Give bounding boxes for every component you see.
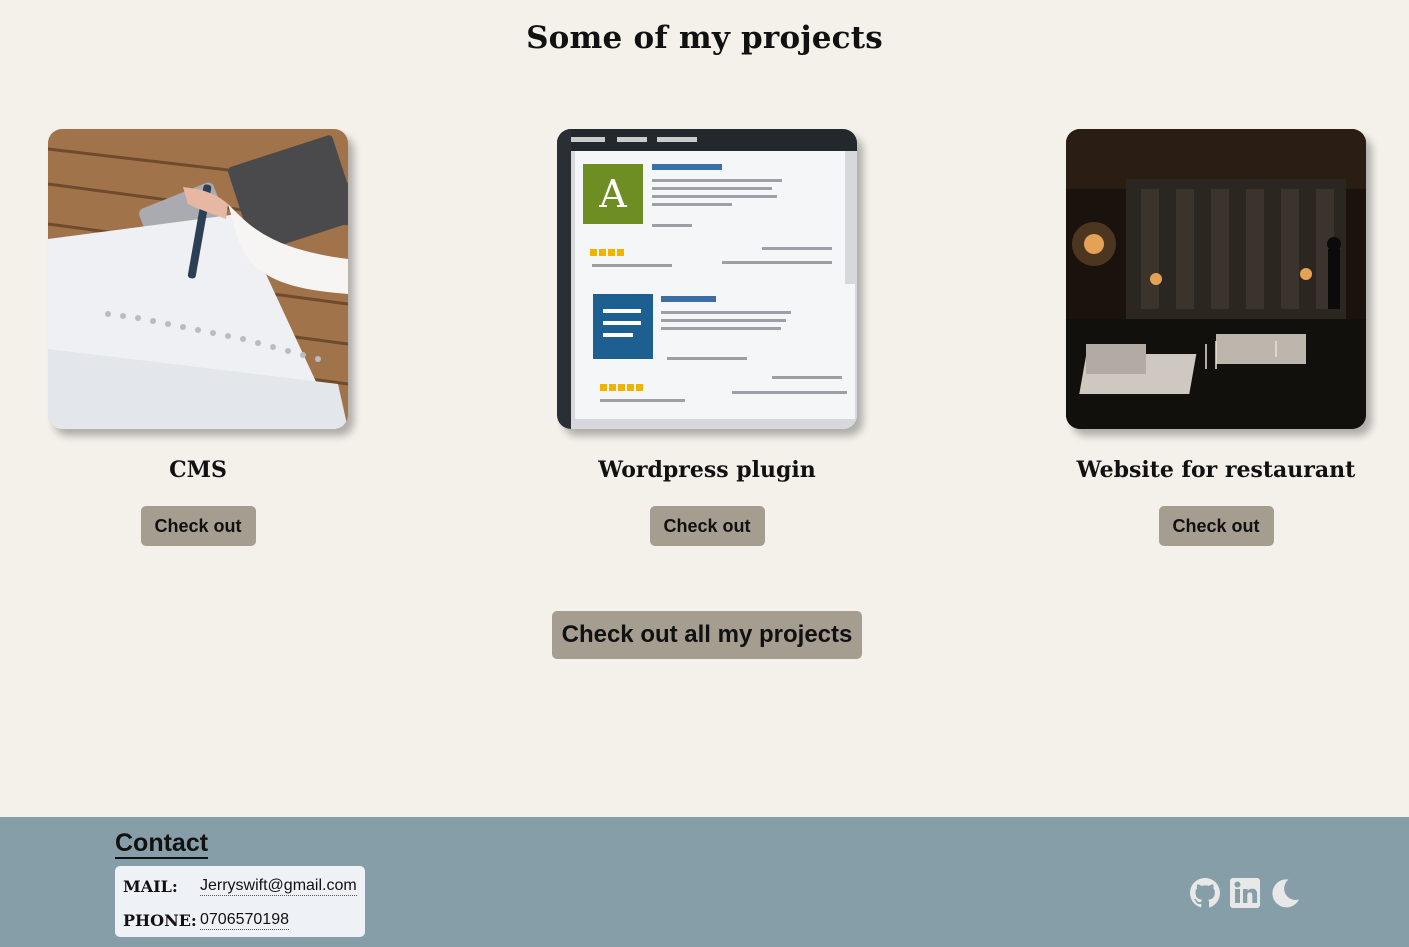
mail-label: MAIL: [123,876,178,896]
section-title: Some of my projects [526,20,883,56]
project-card-wordpress-plugin: A Wordpress plugin Check out [557,129,857,546]
page: Some of my projects CMS Check out A Word… [0,0,1409,947]
contact-box: MAIL: Jerryswift@gmail.com PHONE: 070657… [115,866,365,937]
project-image-wordpress-plugin[interactable]: A [557,129,857,429]
mail-link[interactable]: Jerryswift@gmail.com [200,877,357,896]
project-image-cms[interactable] [48,129,348,429]
project-card-cms: CMS Check out [48,129,348,546]
contact-phone-row: PHONE: 0706570198 [123,909,289,931]
phone-link[interactable]: 0706570198 [200,911,289,930]
project-title: Website for restaurant [1076,457,1356,483]
svg-text:A: A [598,172,627,216]
check-out-button[interactable]: Check out [140,506,256,546]
linkedin-icon[interactable] [1229,877,1261,909]
project-card-restaurant: Website for restaurant Check out [1066,129,1366,546]
phone-label: PHONE: [123,910,197,930]
notebook-desk-photo [48,129,348,429]
all-projects-button[interactable]: Check out all my projects [552,611,862,659]
check-out-button[interactable]: Check out [1158,506,1274,546]
check-out-button[interactable]: Check out [649,506,765,546]
restaurant-interior-photo [1066,129,1366,429]
social-icons [1189,877,1301,909]
footer: Contact MAIL: Jerryswift@gmail.com PHONE… [0,817,1409,947]
wordpress-plugins-screen-photo: A [557,129,857,429]
github-icon[interactable] [1189,877,1221,909]
moon-icon[interactable] [1269,877,1301,909]
project-title: Wordpress plugin [598,457,816,483]
project-image-restaurant[interactable] [1066,129,1366,429]
project-title: CMS [169,457,227,483]
contact-mail-row: MAIL: Jerryswift@gmail.com [123,875,357,897]
contact-title: Contact [115,829,209,859]
